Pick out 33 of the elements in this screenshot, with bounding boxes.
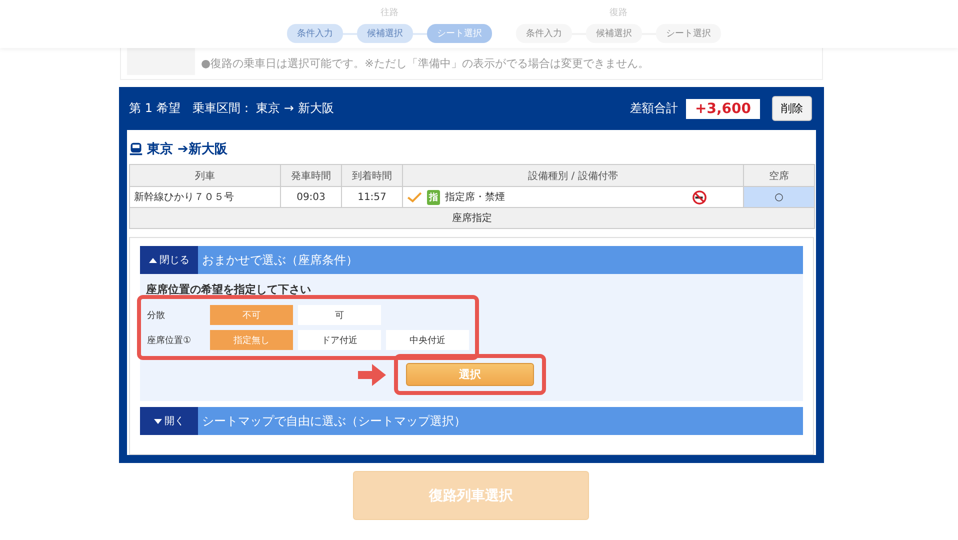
delete-button[interactable]: 削除 <box>772 96 812 121</box>
choice-button[interactable]: 可 <box>298 305 381 325</box>
route-heading: 東京 ➔新大阪 <box>147 140 228 158</box>
option-label: 分散 <box>147 310 166 322</box>
column-header: 到着時間 <box>342 164 402 186</box>
difference-label: 差額合計 <box>630 100 678 117</box>
choice-button[interactable]: 中央付近 <box>386 330 469 350</box>
instruction-text: 座席位置の希望を指定して下さい <box>146 282 312 297</box>
section-title: シートマップで自由に選ぶ（シートマップ選択） <box>201 412 466 430</box>
progress-step: シート選択 <box>427 24 492 43</box>
column-header: 空席 <box>744 164 814 186</box>
column-header: 設備種別 / 設備付帯 <box>402 164 744 186</box>
difference-amount: +3,600 <box>686 98 760 118</box>
progress-step: シート選択 <box>656 24 721 43</box>
progress-step: 条件入力 <box>287 24 343 43</box>
choice-button[interactable]: ドア付近 <box>298 330 381 350</box>
progress-step: 候補選択 <box>357 24 413 43</box>
progress-step: 条件入力 <box>516 24 572 43</box>
option-label: 座席位置① <box>147 334 192 346</box>
progress-step: 候補選択 <box>586 24 642 43</box>
notice-text: ●復路の乗車日は選択可能です。※ただし「準備中」の表示がでる場合は変更できません。 <box>201 56 649 72</box>
route-text: 乗車区間： 東京 → 新大阪 <box>192 100 334 117</box>
column-header: 列車 <box>130 164 280 186</box>
seat-type-badge: 指 <box>427 190 440 204</box>
vacancy-cell[interactable]: ○ <box>744 186 814 208</box>
column-header: 発車時間 <box>280 164 342 186</box>
section-title: おまかせで選ぶ（座席条件） <box>201 252 358 268</box>
table-footer: 座席指定 <box>130 208 814 228</box>
request-title: 第 1 希望 <box>129 100 180 117</box>
expand-toggle[interactable]: 開く <box>140 407 198 435</box>
arrow-icon <box>358 364 386 386</box>
facility-text: 指定席・禁煙 <box>445 190 505 204</box>
collapse-toggle[interactable]: 閉じる <box>140 246 198 274</box>
